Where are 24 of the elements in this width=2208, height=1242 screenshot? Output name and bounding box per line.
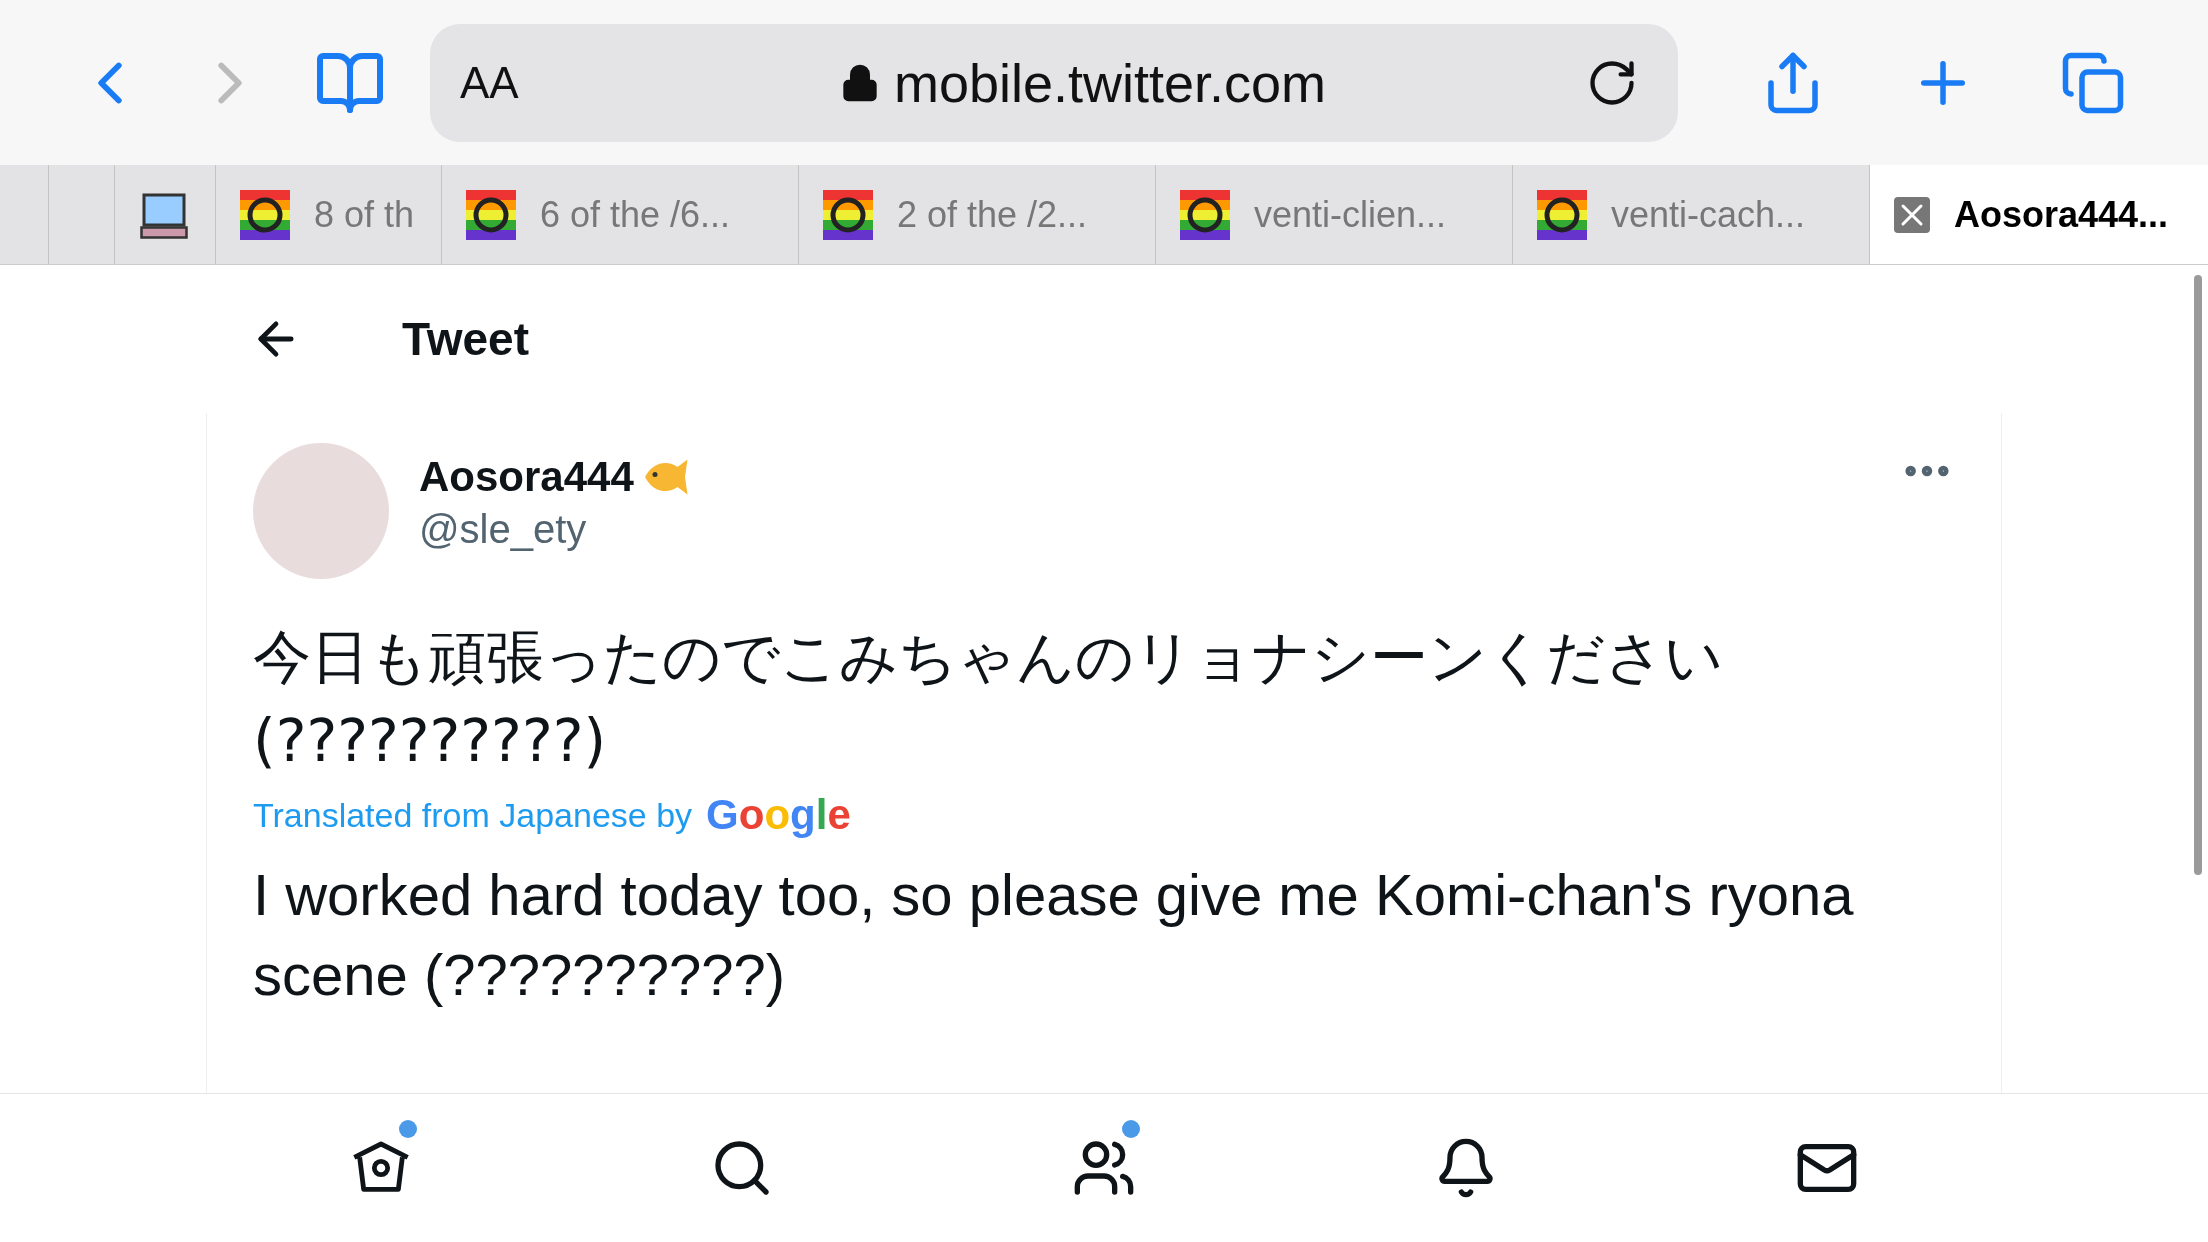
browser-tab[interactable] — [115, 165, 216, 264]
rainbow-icon — [466, 189, 516, 240]
page-title: Tweet — [402, 312, 529, 366]
url-text: mobile.twitter.com — [893, 51, 1327, 114]
text-size-button[interactable]: AA — [460, 57, 580, 108]
close-icon[interactable] — [1894, 196, 1930, 233]
translation-label: Translated from Japanese by — [253, 795, 693, 835]
rainbow-icon — [240, 189, 290, 240]
browser-tab[interactable]: 2 of the /2... — [799, 165, 1156, 264]
google-logo: Google — [706, 791, 851, 839]
rainbow-icon — [823, 189, 873, 240]
browser-tab[interactable]: venti-clien... — [1156, 165, 1513, 264]
translated-text: I worked hard today too, so please give me Komi-chan's ryona scene (??????????) — [253, 861, 1855, 1009]
browser-tab[interactable]: venti-cach... — [1513, 165, 1870, 264]
browser-tab[interactable]: 8 of th — [216, 165, 442, 264]
scrollbar[interactable] — [2194, 275, 2202, 875]
address-bar[interactable]: AA mobile.twitter.com — [430, 23, 1678, 142]
rainbow-icon — [1180, 189, 1230, 240]
tweet-text: 今日も頑張ったのでこみちゃんのリョナシーンください(??????????) — [253, 622, 1724, 777]
browser-tab[interactable]: Aosora444... — [1870, 165, 2208, 264]
display-name[interactable]: Aosora444 — [419, 453, 634, 501]
rainbow-icon — [1537, 189, 1587, 240]
user-handle[interactable]: @sle_ety — [419, 507, 1869, 552]
browser-tab[interactable]: 6 of the /6... — [442, 165, 799, 264]
